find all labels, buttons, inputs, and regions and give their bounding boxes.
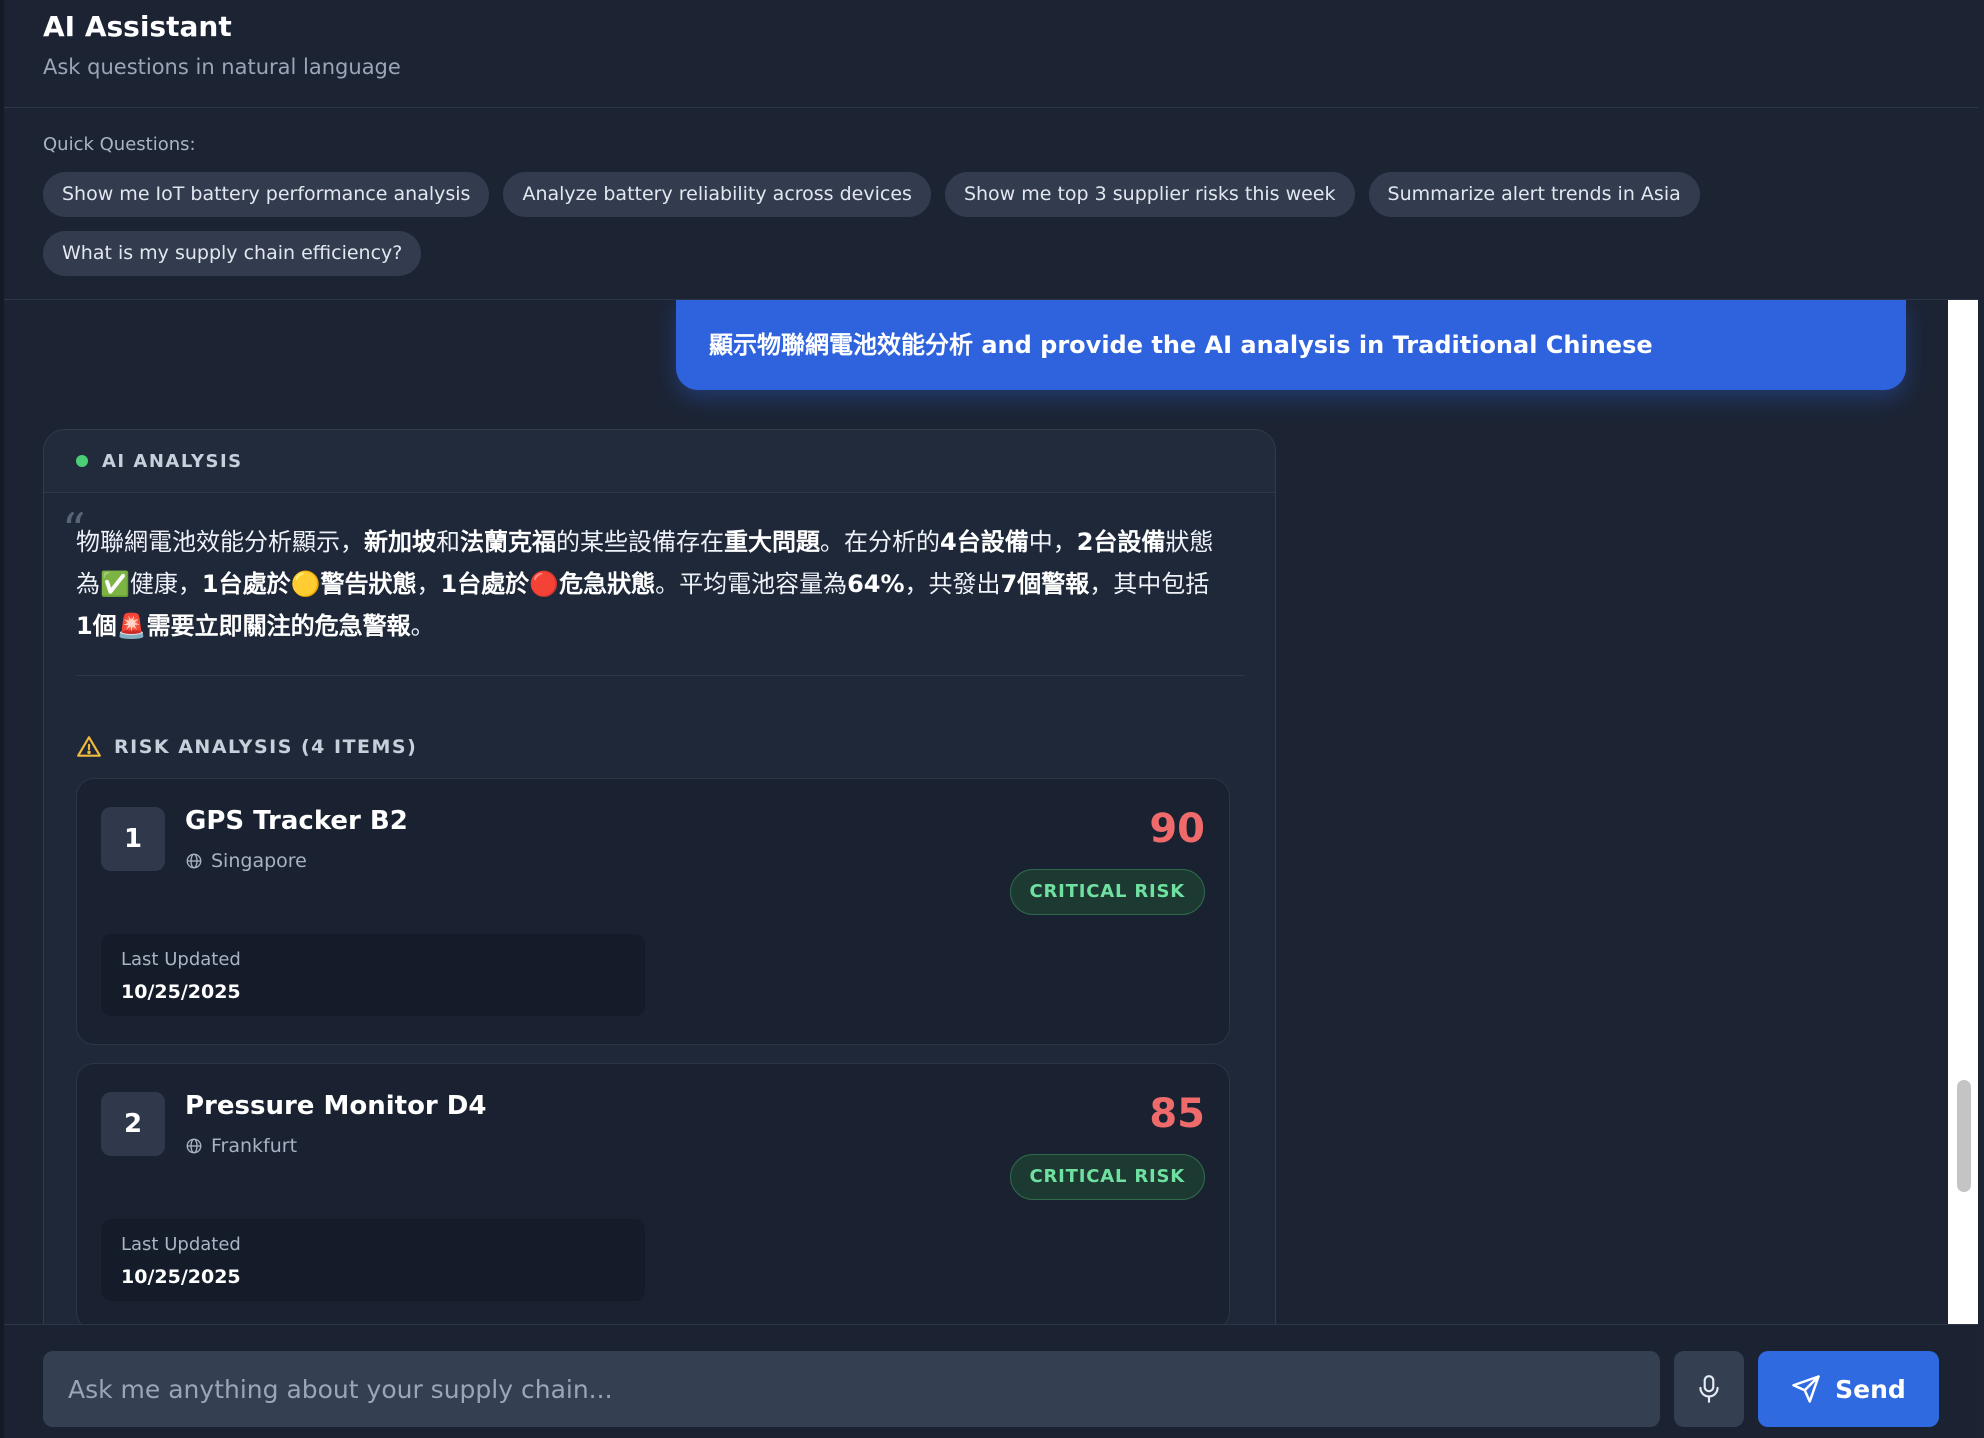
send-label: Send [1835,1374,1906,1404]
last-updated-box: Last Updated 10/25/2025 [101,934,645,1016]
analysis-text: “ 物聯網電池效能分析顯示，新加坡和法蘭克福的某些設備存在重大問題。在分析的4台… [44,493,1249,647]
analysis-segment: 。 [410,612,435,640]
input-bar: Send [4,1324,1978,1438]
quick-question-chip[interactable]: Summarize alert trends in Asia [1368,172,1700,217]
last-updated-box: Last Updated 10/25/2025 [101,1219,645,1301]
analysis-segment: 7個警報 [1000,570,1090,598]
warning-icon [77,736,101,757]
page-subtitle: Ask questions in natural language [43,55,401,79]
quote-icon: “ [62,503,86,557]
risk-item[interactable]: 2 Pressure Monitor D4 Frankfurt 85 CRITI… [76,1063,1230,1324]
last-updated-label: Last Updated [121,1234,241,1255]
mic-button[interactable] [1674,1351,1744,1427]
chat-scrollbar[interactable] [1948,300,1978,1324]
chat-input[interactable] [43,1351,1660,1427]
analysis-segment: ，其中包括 [1089,570,1210,598]
quick-questions-list: Show me IoT battery performance analysis… [43,172,1743,276]
ai-analysis-card: AI ANALYSIS “ 物聯網電池效能分析顯示，新加坡和法蘭克福的某些設備存… [43,429,1276,1324]
analysis-segment: 法蘭克福 [460,528,556,556]
quick-question-chip[interactable]: What is my supply chain efficiency? [43,231,422,276]
globe-icon [186,853,202,869]
risk-location: Singapore [185,849,307,873]
quick-questions-panel: Quick Questions: Show me IoT battery per… [4,108,1978,300]
analysis-segment: 1台處於🟡警告狀態 [201,570,417,598]
analysis-segment: 物聯網電池效能分析顯示， [76,528,364,556]
quick-question-chip[interactable]: Show me IoT battery performance analysis [43,172,490,217]
microphone-icon [1699,1375,1719,1403]
chat-thread[interactable]: 顯示物聯網電池效能分析 and provide the AI analysis … [4,300,1948,1324]
analysis-segment: 4台設備 [940,528,1029,556]
scrollbar-thumb[interactable] [1957,1080,1971,1192]
analysis-segment: 64% [847,570,905,598]
risk-score: 85 [1149,1091,1205,1137]
analysis-segment: 重大問題 [724,528,820,556]
status-dot-icon [76,455,88,467]
analysis-segment: 。在分析的 [820,528,940,556]
header: AI Assistant Ask questions in natural la… [4,0,1978,108]
risk-location-text: Frankfurt [211,1135,298,1157]
last-updated-label: Last Updated [121,949,241,970]
send-button[interactable]: Send [1758,1351,1939,1427]
analysis-segment: 中， [1028,528,1077,556]
analysis-segment: ， [416,570,441,598]
divider [76,675,1245,676]
analysis-segment: 和 [436,528,460,556]
risk-item[interactable]: 1 GPS Tracker B2 Singapore 90 CRITICAL R… [76,778,1230,1045]
analysis-body: 物聯網電池效能分析顯示，新加坡和法蘭克福的某些設備存在重大問題。在分析的4台設備… [76,528,1213,640]
last-updated-value: 10/25/2025 [121,1266,241,1288]
risk-location-text: Singapore [211,850,307,872]
quick-question-chip[interactable]: Analyze battery reliability across devic… [503,172,931,217]
risk-rank: 2 [101,1092,165,1156]
send-icon [1792,1375,1820,1403]
quick-question-chip[interactable]: Show me top 3 supplier risks this week [944,172,1355,217]
app-window: AI Assistant Ask questions in natural la… [0,0,1984,1438]
analysis-segment: 。平均電池容量為 [655,570,848,598]
ai-analysis-label: AI ANALYSIS [102,450,243,472]
risk-analysis-header: RISK ANALYSIS (4 ITEMS) [44,734,1275,760]
analysis-segment: 的某些設備存在 [556,528,724,556]
risk-level-badge: CRITICAL RISK [1009,869,1205,915]
risk-rank: 1 [101,807,165,871]
risk-device-name: GPS Tracker B2 [185,806,408,836]
user-message-bubble: 顯示物聯網電池效能分析 and provide the AI analysis … [676,300,1906,390]
analysis-segment: 1台處於🔴危急狀態 [440,570,656,598]
risk-score: 90 [1149,806,1205,852]
ai-analysis-header: AI ANALYSIS [44,430,1275,493]
risk-analysis-title: RISK ANALYSIS (4 ITEMS) [114,736,418,758]
analysis-segment: 2台設備 [1076,528,1166,556]
last-updated-value: 10/25/2025 [121,981,241,1003]
risk-location: Frankfurt [185,1134,297,1158]
analysis-segment: 新加坡 [364,528,436,556]
globe-icon [186,1138,202,1154]
page-title: AI Assistant [43,10,232,43]
quick-questions-label: Quick Questions: [43,134,196,155]
risk-level-badge: CRITICAL RISK [1009,1154,1205,1200]
risk-device-name: Pressure Monitor D4 [185,1091,487,1121]
analysis-segment: ，共發出 [904,570,1001,598]
analysis-segment: 1個🚨需要立即關注的危急警報 [76,612,411,640]
